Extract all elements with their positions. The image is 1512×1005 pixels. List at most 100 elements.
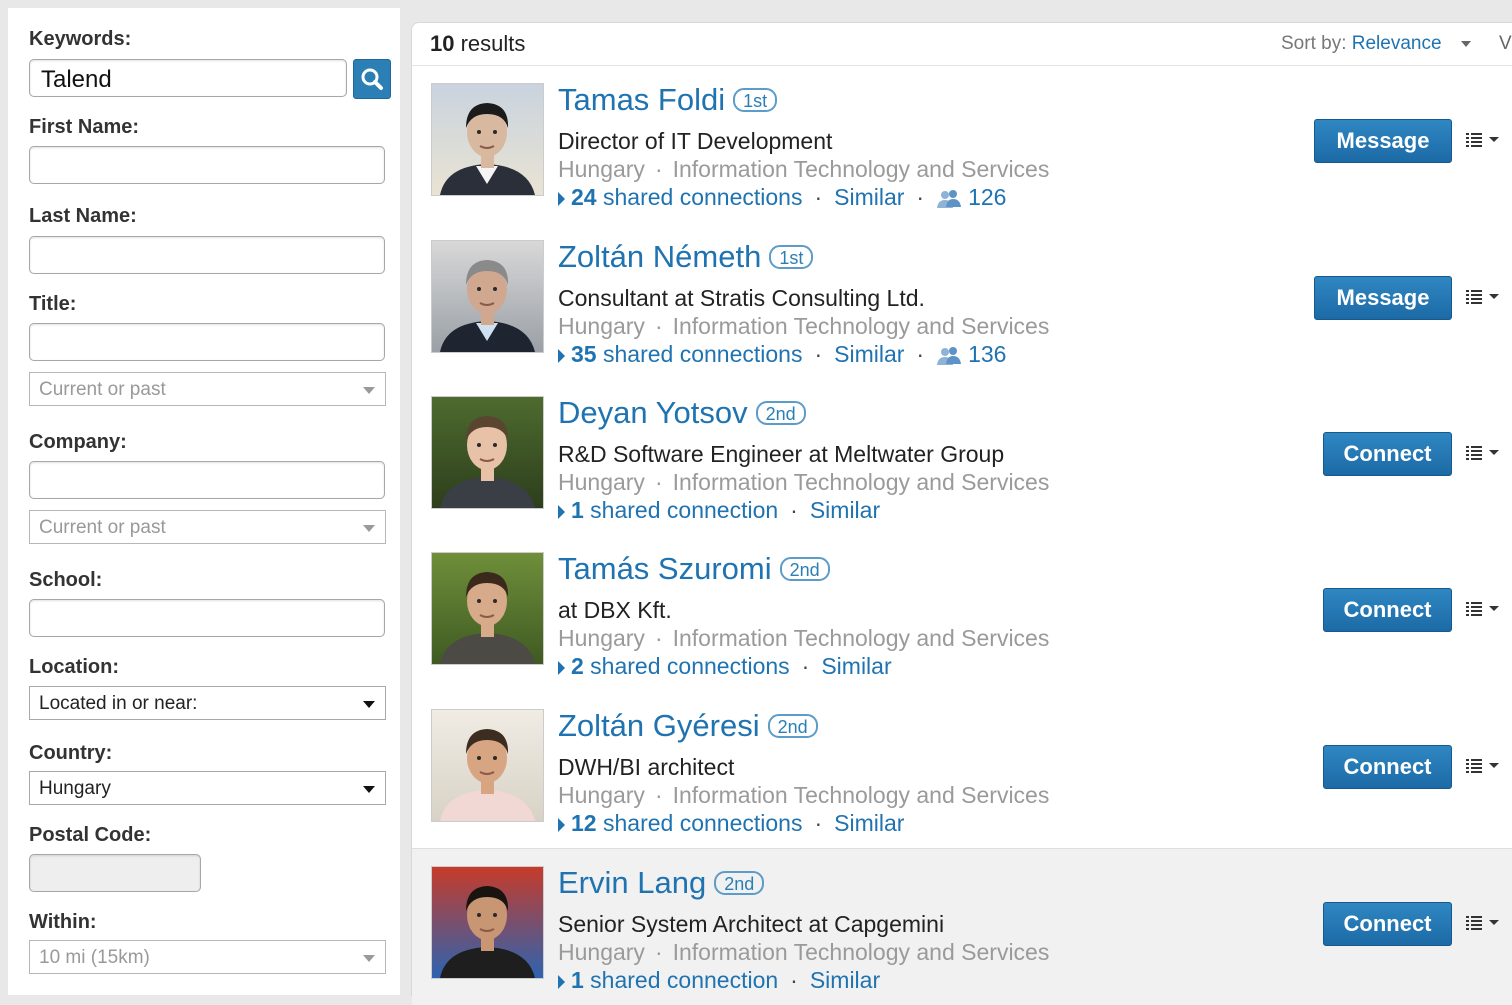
shared-info: 1 shared connection · Similar <box>558 967 880 994</box>
connect-button[interactable]: Connect <box>1323 432 1452 476</box>
person-name-link[interactable]: Zoltán Gyéresi <box>558 708 760 743</box>
list-menu-icon <box>1466 446 1499 460</box>
person-location: Hungary <box>558 939 645 965</box>
country-select[interactable]: Hungary <box>29 771 386 805</box>
similar-link[interactable]: Similar <box>821 653 891 679</box>
person-headline: Consultant at Stratis Consulting Ltd. <box>558 285 925 311</box>
expand-triangle-icon[interactable] <box>558 974 565 989</box>
person-industry: Information Technology and Services <box>672 939 1050 965</box>
within-select[interactable]: 10 mi (15km) <box>29 940 386 974</box>
shared-connections-link[interactable]: 1 shared connection <box>571 967 778 993</box>
profile-photo[interactable] <box>431 552 544 665</box>
person-headline: Senior System Architect at Capgemini <box>558 911 945 937</box>
separator-dot: · <box>654 156 663 182</box>
keywords-label: Keywords: <box>29 28 132 50</box>
name-line: Zoltán Gyéresi 2nd <box>558 708 818 744</box>
first-name-label: First Name: <box>29 116 140 138</box>
expand-triangle-icon[interactable] <box>558 191 565 206</box>
more-actions-menu[interactable] <box>1466 913 1504 933</box>
search-button[interactable] <box>353 59 391 99</box>
profile-photo[interactable] <box>431 396 544 509</box>
keywords-input[interactable]: Talend <box>29 59 347 97</box>
connect-button[interactable]: Connect <box>1323 745 1452 789</box>
shared-groups-link[interactable]: 126 <box>936 184 1006 210</box>
profile-photo[interactable] <box>431 240 544 353</box>
person-photo-icon <box>440 886 535 978</box>
expand-triangle-icon[interactable] <box>558 504 565 519</box>
similar-link[interactable]: Similar <box>810 967 880 993</box>
shared-groups-link[interactable]: 136 <box>936 341 1006 367</box>
more-actions-menu[interactable] <box>1466 443 1504 463</box>
person-headline: at DBX Kft. <box>558 597 672 623</box>
expand-triangle-icon[interactable] <box>558 348 565 363</box>
more-actions-menu[interactable] <box>1466 287 1504 307</box>
sort-value: Relevance <box>1351 33 1442 54</box>
person-name-link[interactable]: Deyan Yotsov <box>558 395 748 430</box>
shared-connections-link[interactable]: 24 shared connections <box>571 184 802 210</box>
shared-connections-link[interactable]: 1 shared connection <box>571 497 778 523</box>
result-row: Ervin Lang 2nd Senior System Architect at … <box>412 848 1512 1005</box>
name-line: Tamas Foldi 1st <box>558 82 778 118</box>
person-location: Hungary <box>558 313 645 339</box>
view-control[interactable]: V <box>1499 33 1512 55</box>
list-menu-icon <box>1466 916 1499 930</box>
result-row: Zoltán Gyéresi 2nd DWH/BI architect Hungary… <box>412 692 1512 848</box>
separator-dot: · <box>654 782 663 808</box>
separator-dot: · <box>916 184 925 210</box>
shared-groups-count: 136 <box>968 341 1007 367</box>
company-input[interactable] <box>29 461 385 499</box>
shared-connections-link[interactable]: 2 shared connections <box>571 653 790 679</box>
similar-link[interactable]: Similar <box>834 341 904 367</box>
person-name-link[interactable]: Tamas Foldi <box>558 82 725 117</box>
profile-photo[interactable] <box>431 83 544 196</box>
person-photo-icon <box>440 416 535 508</box>
company-scope-select[interactable]: Current or past <box>29 510 386 544</box>
more-actions-menu[interactable] <box>1466 599 1504 619</box>
title-input[interactable] <box>29 323 385 361</box>
person-name-link[interactable]: Zoltán Németh <box>558 239 761 274</box>
person-name-link[interactable]: Tamás Szuromi <box>558 551 772 586</box>
last-name-input[interactable] <box>29 236 385 274</box>
shared-connections-link[interactable]: 35 shared connections <box>571 341 802 367</box>
similar-link[interactable]: Similar <box>810 497 880 523</box>
similar-link[interactable]: Similar <box>834 184 904 210</box>
chevron-down-icon[interactable] <box>1461 41 1471 47</box>
profile-photo[interactable] <box>431 709 544 822</box>
title-scope-select[interactable]: Current or past <box>29 372 386 406</box>
person-meta: Hungary · Information Technology and Servi… <box>558 156 1049 183</box>
connect-button[interactable]: Connect <box>1323 902 1452 946</box>
chevron-down-icon <box>363 701 375 708</box>
shared-connections-link[interactable]: 12 shared connections <box>571 810 802 836</box>
expand-triangle-icon[interactable] <box>558 817 565 832</box>
similar-link[interactable]: Similar <box>834 810 904 836</box>
person-name-link[interactable]: Ervin Lang <box>558 865 706 900</box>
person-location: Hungary <box>558 469 645 495</box>
shared-info: 24 shared connections · Similar · 126 <box>558 184 1006 211</box>
result-row: Zoltán Németh 1st Consultant at Stratis Co… <box>412 223 1512 379</box>
name-line: Zoltán Németh 1st <box>558 239 814 275</box>
more-actions-menu[interactable] <box>1466 756 1504 776</box>
company-label: Company: <box>29 431 127 453</box>
school-input[interactable] <box>29 599 385 637</box>
expand-triangle-icon[interactable] <box>558 660 565 675</box>
shared-connections-count: 24 <box>571 184 597 210</box>
first-name-input[interactable] <box>29 146 385 184</box>
sort-control[interactable]: Sort by: Relevance <box>1281 33 1442 55</box>
shared-connections-text: shared connection <box>583 497 779 523</box>
person-headline: Director of IT Development <box>558 128 833 154</box>
message-button[interactable]: Message <box>1314 119 1452 163</box>
connect-button[interactable]: Connect <box>1323 588 1452 632</box>
chevron-down-icon <box>363 387 375 394</box>
message-button[interactable]: Message <box>1314 276 1452 320</box>
person-industry: Information Technology and Services <box>672 625 1050 651</box>
search-filters-panel: Keywords: Talend First Name: Last Name: … <box>8 8 400 995</box>
company-scope-value: Current or past <box>39 517 166 538</box>
profile-photo[interactable] <box>431 866 544 979</box>
person-headline: R&D Software Engineer at Meltwater Group <box>558 441 1005 467</box>
postal-code-input[interactable] <box>29 854 201 892</box>
separator-dot: · <box>814 184 823 210</box>
location-select[interactable]: Located in or near: <box>29 686 386 720</box>
more-actions-menu[interactable] <box>1466 130 1504 150</box>
shared-groups-count: 126 <box>968 184 1007 210</box>
connection-degree-badge: 2nd <box>779 557 830 581</box>
